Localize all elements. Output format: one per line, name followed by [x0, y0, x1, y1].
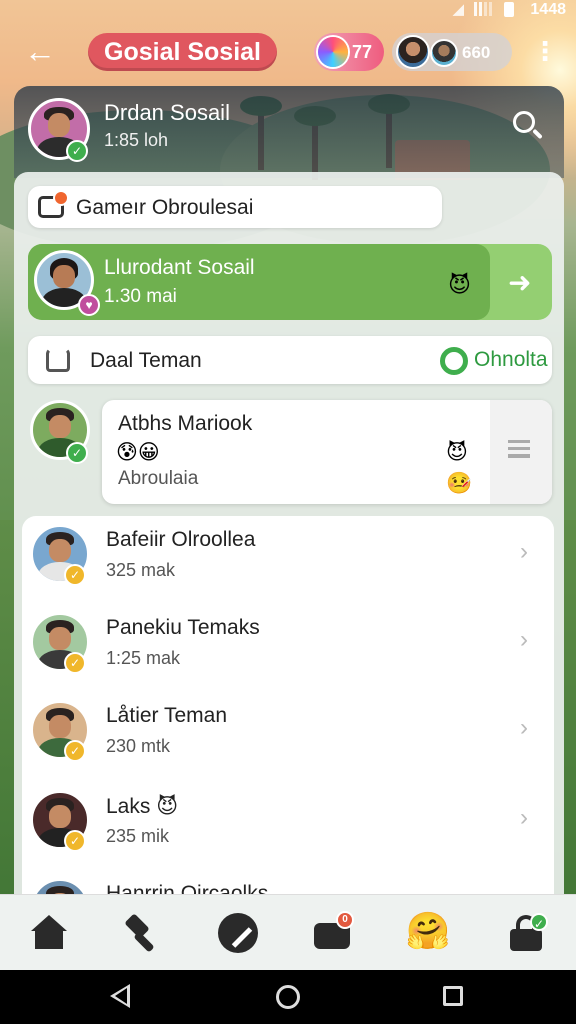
online-label[interactable]: Ohnolta — [474, 348, 548, 372]
bottom-navigation: 0 🤗 ✓ — [0, 894, 576, 970]
friend-subtitle: 325 mak — [106, 560, 176, 580]
add-friend-label: Daal Teman — [90, 349, 202, 372]
friend-name: Låtier Teman — [106, 704, 228, 727]
featured-friend-name: Atbhs Mariook — [118, 412, 253, 435]
coins-value: 77 — [352, 42, 373, 62]
chevron-right-icon: › — [520, 804, 528, 831]
list-item[interactable]: ✓ Bafeiir Olroollea 325 mak › — [22, 516, 554, 604]
list-item[interactable]: ✓ Låtier Teman 230 mtk › — [22, 692, 554, 780]
system-recents-icon[interactable] — [443, 986, 463, 1006]
chevron-right-icon: › — [520, 626, 528, 653]
friend-subtitle: 230 mtk — [106, 736, 171, 756]
system-home-icon[interactable] — [276, 985, 300, 1009]
friends-online-counter[interactable]: 660 — [392, 33, 512, 71]
profile-subtitle: 1:85 loh — [104, 130, 169, 150]
status-time: 1448 — [530, 1, 566, 18]
back-button[interactable]: ← — [24, 34, 60, 70]
add-friend-row[interactable]: Daal Teman Ohnolta — [28, 336, 552, 384]
highlighted-friend-subtitle: 1.30 mai — [104, 286, 177, 307]
gold-badge-icon: ✓ — [64, 564, 86, 586]
chevron-right-icon: › — [520, 714, 528, 741]
share-arrow-button[interactable]: ➜ — [508, 266, 531, 299]
profile-name: Drdan Sosail — [104, 100, 230, 125]
gem-icon — [318, 37, 348, 67]
add-friend-icon — [46, 348, 70, 372]
system-back-icon[interactable] — [110, 984, 130, 1008]
friend-name: Panekiu Temaks — [106, 616, 260, 639]
featured-friend-subtitle: Abroulaia — [118, 468, 199, 489]
hamburger-menu-icon[interactable] — [508, 440, 530, 458]
friend-subtitle: 235 mik — [106, 826, 170, 846]
chevron-right-icon: › — [520, 538, 528, 565]
list-item[interactable]: ✓ Laks 😈 235 mik › — [22, 782, 554, 870]
more-options-button[interactable]: ⋮ — [532, 34, 558, 70]
emoji-nav-icon[interactable]: 🤗 — [404, 909, 452, 957]
system-navigation-bar — [0, 970, 576, 1024]
gold-badge-icon: ✓ — [64, 740, 86, 762]
hammer-icon[interactable] — [120, 909, 168, 957]
games-row[interactable]: Gameır Obroulesai — [28, 186, 442, 228]
friend-name: Laks 😈 — [106, 795, 179, 818]
featured-friend-card[interactable]: Atbhs Mariook 😰😀 Abroulaia 😈 🤒 — [102, 400, 552, 504]
emoji-icon: 😈 — [446, 441, 468, 464]
search-button[interactable] — [510, 108, 546, 144]
friends-online-value: 660 — [462, 43, 491, 62]
emoji-icon: 🤒 — [446, 472, 473, 495]
friend-subtitle: 1:25 mak — [106, 648, 181, 668]
heart-badge-icon: ♥ — [78, 294, 100, 316]
block-icon[interactable] — [218, 913, 258, 953]
emoji-icon: 😰😀 — [116, 441, 160, 464]
avatar — [430, 39, 458, 67]
online-status-icon — [440, 347, 468, 375]
arrow-left-icon: ← — [24, 33, 56, 69]
emoji-icon: 😈 — [448, 272, 471, 297]
list-item[interactable]: ✓ Panekiu Temaks 1:25 mak › — [22, 604, 554, 692]
kebab-menu-icon: ⋮ — [532, 36, 558, 66]
top-bar: ← Gosial Sosial 77 660 ⋮ — [0, 28, 576, 78]
arrow-forward-icon: ➜ — [508, 267, 532, 298]
verified-check-icon: ✓ — [66, 140, 88, 162]
robot-icon[interactable]: 0 — [308, 909, 356, 957]
lock-icon[interactable]: ✓ — [504, 909, 552, 957]
highlighted-friend-name: Llurodant Sosail — [104, 256, 255, 279]
coins-counter[interactable]: 77 — [314, 33, 384, 71]
verified-check-icon: ✓ — [66, 442, 88, 464]
status-bar: ◢ 1448 — [0, 0, 576, 20]
gold-badge-icon: ✓ — [64, 830, 86, 852]
profile-header: ✓ Drdan Sosail 1:85 loh — [14, 86, 564, 178]
gold-badge-icon: ✓ — [64, 652, 86, 674]
home-icon[interactable] — [25, 909, 73, 957]
highlighted-friend-row[interactable]: ♥ Llurodant Sosail 1.30 mai 😈 ➜ — [28, 244, 552, 320]
friends-panel: Gameır Obroulesai ♥ Llurodant Sosail 1.3… — [14, 172, 564, 902]
notification-badge: 0 — [336, 911, 354, 929]
search-icon — [513, 111, 535, 133]
app-title: Gosial Sosial — [88, 33, 278, 71]
signal-icon — [474, 2, 492, 16]
friends-list: ✓ Bafeiir Olroollea 325 mak › ✓ Panekiu … — [22, 516, 554, 902]
game-notification-icon — [38, 190, 69, 218]
battery-icon — [504, 2, 514, 17]
games-row-label: Gameır Obroulesai — [76, 196, 254, 219]
avatar — [396, 35, 430, 69]
friend-name: Bafeiir Olroollea — [106, 528, 256, 551]
wifi-icon: ◢ — [452, 1, 464, 18]
